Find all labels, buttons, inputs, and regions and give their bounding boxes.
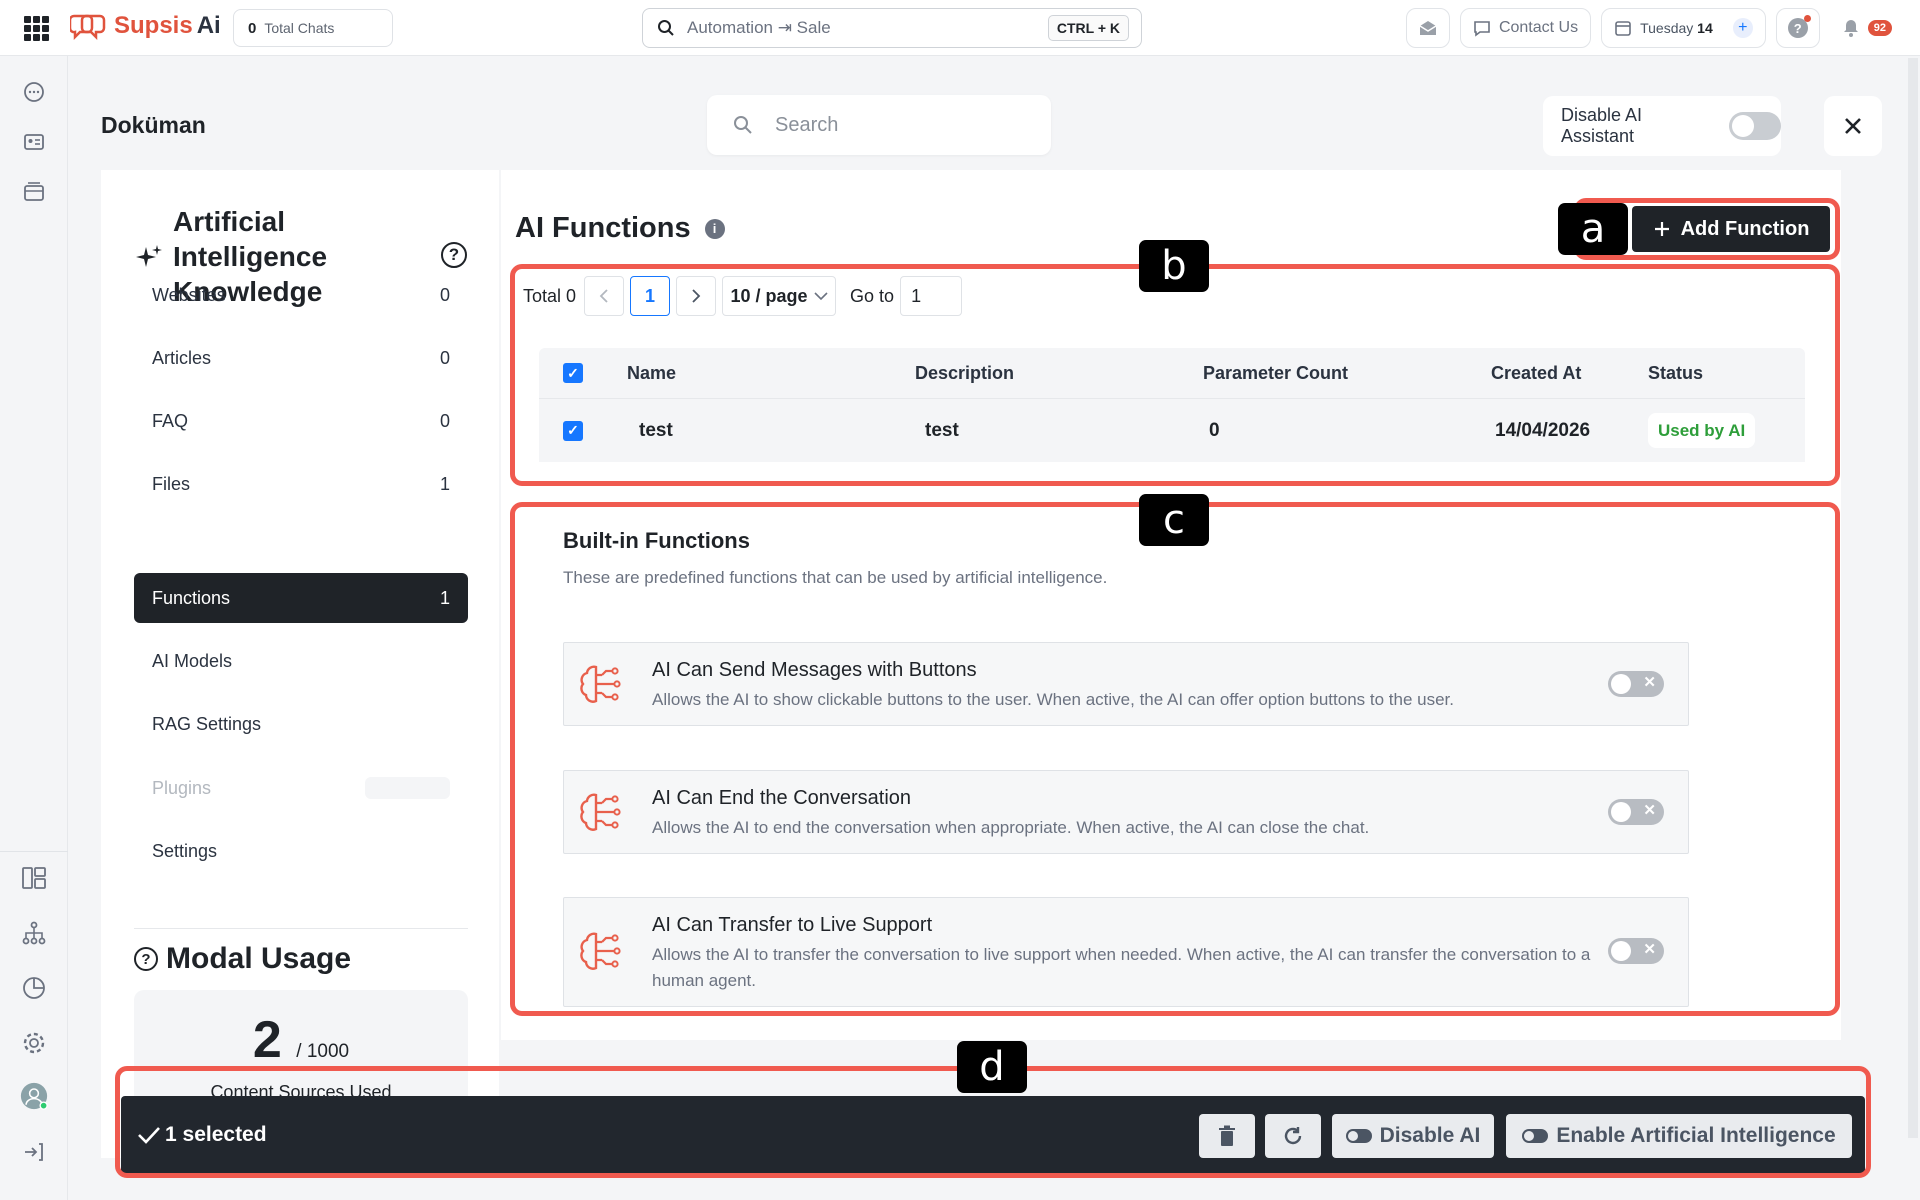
usage-used: 2 bbox=[252, 1011, 282, 1069]
brand-logo-icon bbox=[70, 14, 106, 40]
help-icon[interactable]: ? bbox=[441, 242, 467, 268]
total-chats-label: Total Chats bbox=[264, 20, 335, 36]
sidebar-item-label: RAG Settings bbox=[152, 713, 262, 734]
analytics-pie-icon[interactable] bbox=[20, 974, 48, 1002]
brand-name: Supsis Ai bbox=[114, 12, 221, 39]
sidebar-item-count: 0 bbox=[439, 410, 450, 431]
search-icon bbox=[734, 116, 752, 134]
close-icon bbox=[1845, 118, 1861, 134]
apps-grid-icon[interactable] bbox=[24, 16, 49, 41]
page-scrollbar[interactable] bbox=[1908, 58, 1918, 1138]
sidebar-item-label: Settings bbox=[152, 840, 218, 861]
total-chats-chip[interactable]: 0 Total Chats bbox=[233, 9, 393, 47]
disable-ai-assistant-toggle-group: Disable AI Assistant bbox=[1543, 96, 1781, 156]
disable-ai-assistant-label: Disable AI Assistant bbox=[1561, 105, 1643, 146]
sidebar-item-functions[interactable]: Functions 1 bbox=[134, 573, 468, 623]
document-search-input[interactable]: Search bbox=[707, 95, 1051, 155]
rail-divider bbox=[0, 851, 68, 852]
usage-total: / 1000 bbox=[296, 1041, 350, 1062]
annotation-label-d: d bbox=[957, 1041, 1027, 1093]
help-button[interactable]: ? bbox=[1775, 8, 1820, 48]
top-right-actions: Contact Us Tuesday 14 + ? 92 bbox=[1405, 8, 1920, 48]
knowledge-sidebar: Artificial Intelligence Knowledge ? Webs… bbox=[101, 170, 499, 1158]
date-picker-button[interactable]: Tuesday 14 + bbox=[1601, 8, 1766, 48]
sidebar-item-label: Plugins bbox=[152, 777, 212, 798]
search-icon bbox=[658, 20, 674, 36]
settings-gear-icon[interactable] bbox=[20, 1029, 48, 1057]
add-date-icon[interactable]: + bbox=[1732, 18, 1753, 38]
contact-us-label: Contact Us bbox=[1498, 19, 1579, 36]
date-day: Tuesday bbox=[1640, 20, 1694, 36]
sidebar-item-label: FAQ bbox=[152, 410, 189, 431]
sidebar-item-settings[interactable]: Settings bbox=[134, 826, 468, 876]
disable-ai-assistant-switch[interactable] bbox=[1728, 112, 1781, 140]
brand[interactable]: Supsis Ai bbox=[70, 12, 221, 40]
user-avatar[interactable] bbox=[20, 1082, 48, 1110]
page-title: Doküman bbox=[101, 112, 206, 138]
sidebar-item-count: 0 bbox=[439, 347, 450, 368]
functions-title-group: AI Functions i bbox=[515, 212, 725, 245]
notifications-button[interactable]: 92 bbox=[1829, 8, 1904, 48]
sidebar-item-label: Functions bbox=[152, 587, 231, 608]
sidebar-item-count: 1 bbox=[439, 587, 450, 608]
sidebar-item-ai-models[interactable]: AI Models bbox=[134, 636, 468, 686]
logout-icon[interactable] bbox=[20, 1138, 48, 1166]
annotation-label-a: a bbox=[1558, 203, 1628, 255]
help-icon[interactable]: ? bbox=[134, 947, 158, 971]
usage-title: Modal Usage bbox=[166, 942, 352, 975]
annotation-box-b bbox=[510, 264, 1840, 486]
sparkles-icon bbox=[136, 244, 162, 267]
archive-box-icon[interactable] bbox=[20, 178, 48, 206]
sidebar-item-count: 0 bbox=[439, 284, 450, 305]
help-notification-dot bbox=[1803, 15, 1811, 22]
search-shortcut-badge: CTRL + K bbox=[1047, 15, 1129, 41]
info-icon[interactable]: i bbox=[704, 218, 725, 239]
sidebar-divider bbox=[134, 928, 468, 929]
usage-value: 2 / 1000 bbox=[134, 1010, 468, 1070]
annotation-box-c bbox=[510, 502, 1840, 1016]
org-tree-icon[interactable] bbox=[20, 919, 48, 947]
left-rail bbox=[0, 56, 68, 1200]
sidebar-item-label: AI Models bbox=[152, 650, 233, 671]
total-chats-count: 0 bbox=[248, 19, 257, 37]
annotation-label-b: b bbox=[1139, 240, 1209, 292]
chat-icon[interactable] bbox=[20, 78, 48, 106]
global-search-input[interactable]: Automation ⇥ Sale CTRL + K bbox=[642, 8, 1142, 48]
document-search-placeholder: Search bbox=[775, 113, 839, 136]
layout-panels-icon[interactable] bbox=[20, 864, 48, 892]
sidebar-item-faq[interactable]: FAQ 0 bbox=[134, 396, 468, 446]
inbox-button[interactable] bbox=[1405, 8, 1450, 48]
inbox-icon bbox=[1419, 21, 1437, 35]
sidebar-item-files[interactable]: Files 1 bbox=[134, 459, 468, 509]
sidebar-item-label: Files bbox=[152, 473, 191, 494]
chat-bubble-icon bbox=[1474, 21, 1490, 37]
sidebar-item-websites[interactable]: Websites 0 bbox=[134, 270, 468, 320]
annotation-label-c: c bbox=[1139, 494, 1209, 546]
functions-title: AI Functions bbox=[515, 212, 691, 244]
notification-count-badge: 92 bbox=[1867, 20, 1892, 36]
sidebar-item-label: Websites bbox=[152, 284, 226, 305]
date-number: 14 bbox=[1697, 20, 1713, 36]
usage-title-group: ? Modal Usage bbox=[134, 942, 351, 976]
bell-icon bbox=[1843, 20, 1858, 37]
sidebar-item-count: 1 bbox=[439, 473, 450, 494]
sidebar-item-plugins: Plugins bbox=[134, 763, 468, 813]
plugins-badge-placeholder bbox=[365, 777, 450, 799]
contact-us-button[interactable]: Contact Us bbox=[1459, 8, 1592, 48]
sidebar-item-label: Articles bbox=[152, 347, 212, 368]
close-button[interactable] bbox=[1824, 96, 1882, 156]
contacts-card-icon[interactable] bbox=[20, 128, 48, 156]
top-bar: Supsis Ai 0 Total Chats Automation ⇥ Sale… bbox=[0, 0, 1920, 56]
sidebar-item-articles[interactable]: Articles 0 bbox=[134, 333, 468, 383]
global-search-placeholder: Automation ⇥ Sale bbox=[687, 18, 831, 37]
sidebar-item-rag-settings[interactable]: RAG Settings bbox=[134, 699, 468, 749]
calendar-icon bbox=[1615, 21, 1631, 36]
